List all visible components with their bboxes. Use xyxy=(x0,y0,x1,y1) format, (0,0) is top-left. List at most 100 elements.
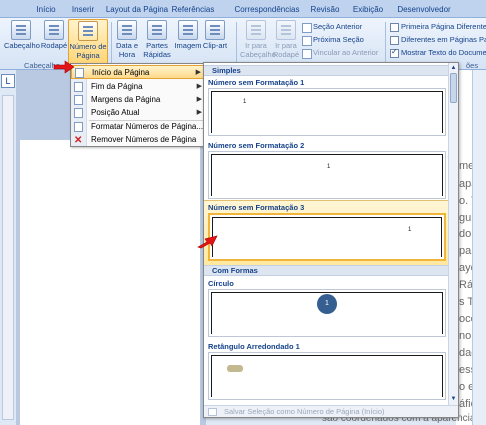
goto-header-icon xyxy=(246,20,266,40)
tab-page-layout[interactable]: Layout da Página xyxy=(104,3,170,18)
menu-item-page-margins[interactable]: Margens da Página ▶ xyxy=(71,93,206,107)
submenu-arrow-icon: ▶ xyxy=(196,109,202,116)
menu-item-bottom-of-page[interactable]: Fim da Página ▶ xyxy=(71,80,206,94)
different-odd-even-checkbox[interactable]: Diferentes em Páginas Par xyxy=(390,35,486,45)
page-number-sample: 1 xyxy=(408,227,412,233)
goto-footer-button[interactable]: Ir para Rodapé xyxy=(272,20,300,59)
scroll-up-icon[interactable]: ▲ xyxy=(450,64,457,72)
link-to-previous-button[interactable]: Vincular ao Anterior xyxy=(302,48,378,59)
vertical-scrollbar[interactable] xyxy=(472,70,486,425)
tab-view[interactable]: Exibição xyxy=(348,3,388,18)
calendar-icon xyxy=(117,20,137,40)
quick-parts-label-2: Rápidas xyxy=(143,50,171,59)
submenu-arrow-icon: ▶ xyxy=(195,69,201,76)
show-document-text-checkbox[interactable]: Mostrar Texto do Documen xyxy=(390,47,486,58)
footer-button[interactable]: Rodapé xyxy=(40,20,68,50)
tab-developer[interactable]: Desenvolvedor xyxy=(392,3,456,18)
gallery-item-label: Retângulo Arredondado 1 xyxy=(208,342,300,351)
tab-mailings[interactable]: Correspondências xyxy=(232,3,302,18)
previous-section-button[interactable]: Seção Anterior xyxy=(302,22,362,33)
gallery-header-with-shapes: Com Formas xyxy=(204,265,448,276)
ruler-tab-selector[interactable]: L xyxy=(1,74,15,88)
page-number-sample: 1 xyxy=(327,164,331,170)
next-section-button[interactable]: Próxima Seção xyxy=(302,35,364,46)
submenu-arrow-icon: ▶ xyxy=(196,83,202,90)
page-number-icon xyxy=(78,21,98,41)
gallery-item-plain-number-3[interactable]: 1 xyxy=(208,213,446,261)
page-number-label-1: Número de xyxy=(69,42,107,51)
group-divider xyxy=(236,22,237,66)
page-number-gallery: Simples Número sem Formatação 1 1 Número… xyxy=(203,62,459,418)
clip-art-label: Clip-art xyxy=(202,41,228,50)
red-arrow-icon xyxy=(53,60,75,74)
menu-item-current-position[interactable]: Posição Atual ▶ xyxy=(71,106,206,120)
quick-parts-button[interactable]: Partes Rápidas xyxy=(142,20,172,59)
tab-review[interactable]: Revisão xyxy=(306,3,344,18)
goto-footer-icon xyxy=(276,20,296,40)
tab-insert[interactable]: Inserir xyxy=(66,3,100,18)
scroll-thumb[interactable] xyxy=(450,73,457,103)
page-number-label-2: Página xyxy=(76,51,100,60)
save-selection-button[interactable]: Salvar Seleção como Número de Página (In… xyxy=(204,405,458,417)
gallery-item-plain-number-2[interactable]: 1 xyxy=(208,151,446,199)
picture-icon xyxy=(178,20,198,40)
header-icon xyxy=(11,20,31,40)
remove-x-icon: ✕ xyxy=(74,135,83,146)
gallery-scrollbar[interactable]: ▲ ▼ xyxy=(448,63,458,405)
gallery-item-plain-number-1[interactable]: 1 xyxy=(208,88,446,136)
menu-item-label: Remover Números de Página xyxy=(91,135,197,144)
date-time-label-2: Hora xyxy=(118,50,136,59)
save-gallery-icon xyxy=(208,408,217,416)
clip-art-button[interactable]: Clip-art xyxy=(202,20,228,50)
menu-item-format-page-numbers[interactable]: Formatar Números de Página... xyxy=(71,120,206,134)
page-preview xyxy=(212,217,442,257)
menu-item-label: Margens da Página xyxy=(91,95,161,104)
menu-item-label: Formatar Números de Página... xyxy=(91,122,204,131)
gallery-header-simple: Simples xyxy=(204,65,448,76)
document-page-left xyxy=(20,140,200,425)
save-selection-label: Salvar Seleção como Número de Página (In… xyxy=(224,407,385,416)
menu-item-label: Fim da Página xyxy=(91,82,143,91)
quick-parts-label-1: Partes xyxy=(146,41,168,50)
header-button[interactable]: Cabeçalho xyxy=(4,20,40,50)
page-top-icon xyxy=(75,68,84,78)
footer-label: Rodapé xyxy=(40,41,68,50)
date-time-button[interactable]: Data e Hora xyxy=(114,20,140,59)
menu-item-label: Início da Página xyxy=(92,68,150,77)
gallery-item-rounded-rectangle[interactable] xyxy=(208,352,446,400)
goto-footer-label-1: Ir para xyxy=(275,41,297,50)
page-margins-icon xyxy=(74,95,83,105)
gallery-item-label: Círculo xyxy=(208,279,234,288)
page-number-sample: 1 xyxy=(243,99,247,105)
goto-header-label-1: Ir para xyxy=(245,41,267,50)
circle-page-number: 1 xyxy=(317,294,337,314)
gallery-item-label: Número sem Formatação 3 xyxy=(208,203,305,212)
gallery-item-label: Número sem Formatação 1 xyxy=(208,78,305,87)
picture-button[interactable]: Imagem xyxy=(174,20,202,50)
goto-header-button[interactable]: Ir para Cabeçalho xyxy=(240,20,276,59)
different-first-page-checkbox[interactable]: Primeira Página Diferente xyxy=(390,22,486,32)
header-label: Cabeçalho xyxy=(4,41,40,50)
gallery-item-circle[interactable]: 1 xyxy=(208,289,446,337)
tab-references[interactable]: Referências xyxy=(162,3,224,18)
clip-art-icon xyxy=(205,20,225,40)
group-label-options: ões xyxy=(466,61,479,70)
menu-item-top-of-page[interactable]: Início da Página ▶ xyxy=(71,65,206,79)
page-number-menu: Início da Página ▶ Fim da Página ▶ Marge… xyxy=(70,63,207,147)
menu-item-remove-page-numbers[interactable]: ✕ Remover Números de Página xyxy=(71,133,206,147)
goto-footer-label-2: Rodapé xyxy=(272,50,300,59)
group-divider xyxy=(385,22,386,66)
current-position-icon xyxy=(74,108,83,118)
format-page-numbers-icon xyxy=(74,122,83,132)
submenu-arrow-icon: ▶ xyxy=(196,96,202,103)
rounded-rectangle-shape xyxy=(227,365,243,372)
vertical-ruler xyxy=(2,95,14,420)
page-preview xyxy=(211,154,443,196)
group-divider xyxy=(111,22,112,66)
scroll-down-icon[interactable]: ▼ xyxy=(450,395,457,403)
date-time-label-1: Data e xyxy=(115,41,139,50)
quick-parts-icon xyxy=(147,20,167,40)
tab-home[interactable]: Início xyxy=(30,3,62,18)
gallery-item-label: Número sem Formatação 2 xyxy=(208,141,305,150)
red-arrow-icon xyxy=(197,235,218,249)
